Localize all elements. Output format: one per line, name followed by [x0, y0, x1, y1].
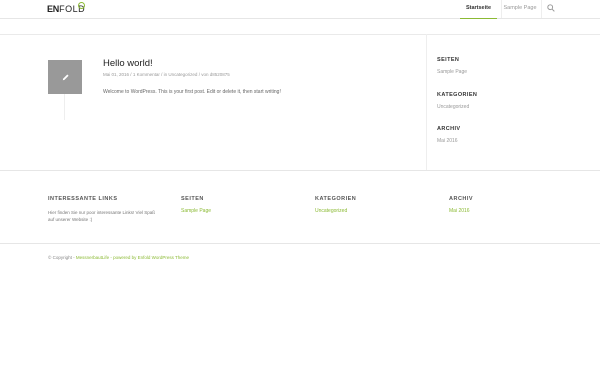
- post-format-thumbnail[interactable]: [48, 60, 82, 94]
- logo-en: EN: [47, 4, 60, 14]
- footer-link-sample-page[interactable]: Sample Page: [181, 208, 211, 214]
- sidebar-divider: [426, 34, 427, 170]
- post-category-link[interactable]: Uncategorized: [168, 72, 197, 77]
- footer-links-text: Hier finden Sie nur poor interessante Li…: [48, 210, 155, 222]
- category-prefix: in: [163, 72, 168, 77]
- theme-link[interactable]: Enfold WordPress Theme: [138, 255, 189, 260]
- sidebar-link-sample-page[interactable]: Sample Page: [437, 69, 467, 75]
- footer-title-archiv: ARCHIV: [449, 196, 474, 202]
- post-timeline-line: [64, 94, 65, 120]
- sidebar-link-mai-2016[interactable]: Mai 2016: [437, 138, 458, 144]
- logo-mark-icon: [78, 2, 85, 9]
- post-author-link[interactable]: d8520875: [210, 72, 230, 77]
- post-meta: Mai 01, 2016 / 1 Kommentar / in Uncatego…: [103, 72, 230, 77]
- footer-link-uncategorized[interactable]: Uncategorized: [315, 208, 347, 214]
- powered-prefix: - powered by: [110, 255, 137, 260]
- widget-title-kategorien: KATEGORIEN: [437, 92, 478, 98]
- site-footer: INTERESSANTE LINKS Hier finden Sie nur p…: [0, 170, 600, 242]
- nav-item-startseite[interactable]: Startseite: [460, 0, 497, 19]
- footer-socket: © Copyright - MessnerbautLife - powered …: [0, 243, 600, 269]
- footer-title-interessante-links: INTERESSANTE LINKS: [48, 196, 118, 202]
- title-container-divider: [0, 34, 600, 35]
- search-icon[interactable]: [547, 4, 555, 12]
- widget-title-seiten: SEITEN: [437, 57, 460, 63]
- author-prefix: von: [201, 72, 209, 77]
- pencil-icon: [62, 73, 69, 80]
- copyright-text: © Copyright - MessnerbautLife - powered …: [48, 255, 189, 260]
- post-title[interactable]: Hello world!: [103, 58, 153, 69]
- post-excerpt: Welcome to WordPress. This is your first…: [103, 89, 281, 95]
- site-header: ENFOLD Startseite Sample Page: [0, 0, 600, 19]
- site-name-link[interactable]: MessnerbautLife: [76, 255, 109, 260]
- footer-title-seiten: SEITEN: [181, 196, 204, 202]
- footer-title-kategorien: KATEGORIEN: [315, 196, 357, 202]
- nav-divider: [541, 0, 542, 18]
- copyright-prefix: © Copyright -: [48, 255, 75, 260]
- widget-title-archiv: ARCHIV: [437, 126, 461, 132]
- post-date: Mai 01, 2016: [103, 72, 130, 77]
- footer-link-mai-2016[interactable]: Mai 2016: [449, 208, 470, 214]
- nav-item-sample-page[interactable]: Sample Page: [501, 0, 539, 19]
- post-comments-link[interactable]: 1 Kommentar: [133, 72, 160, 77]
- sidebar-link-uncategorized[interactable]: Uncategorized: [437, 104, 469, 110]
